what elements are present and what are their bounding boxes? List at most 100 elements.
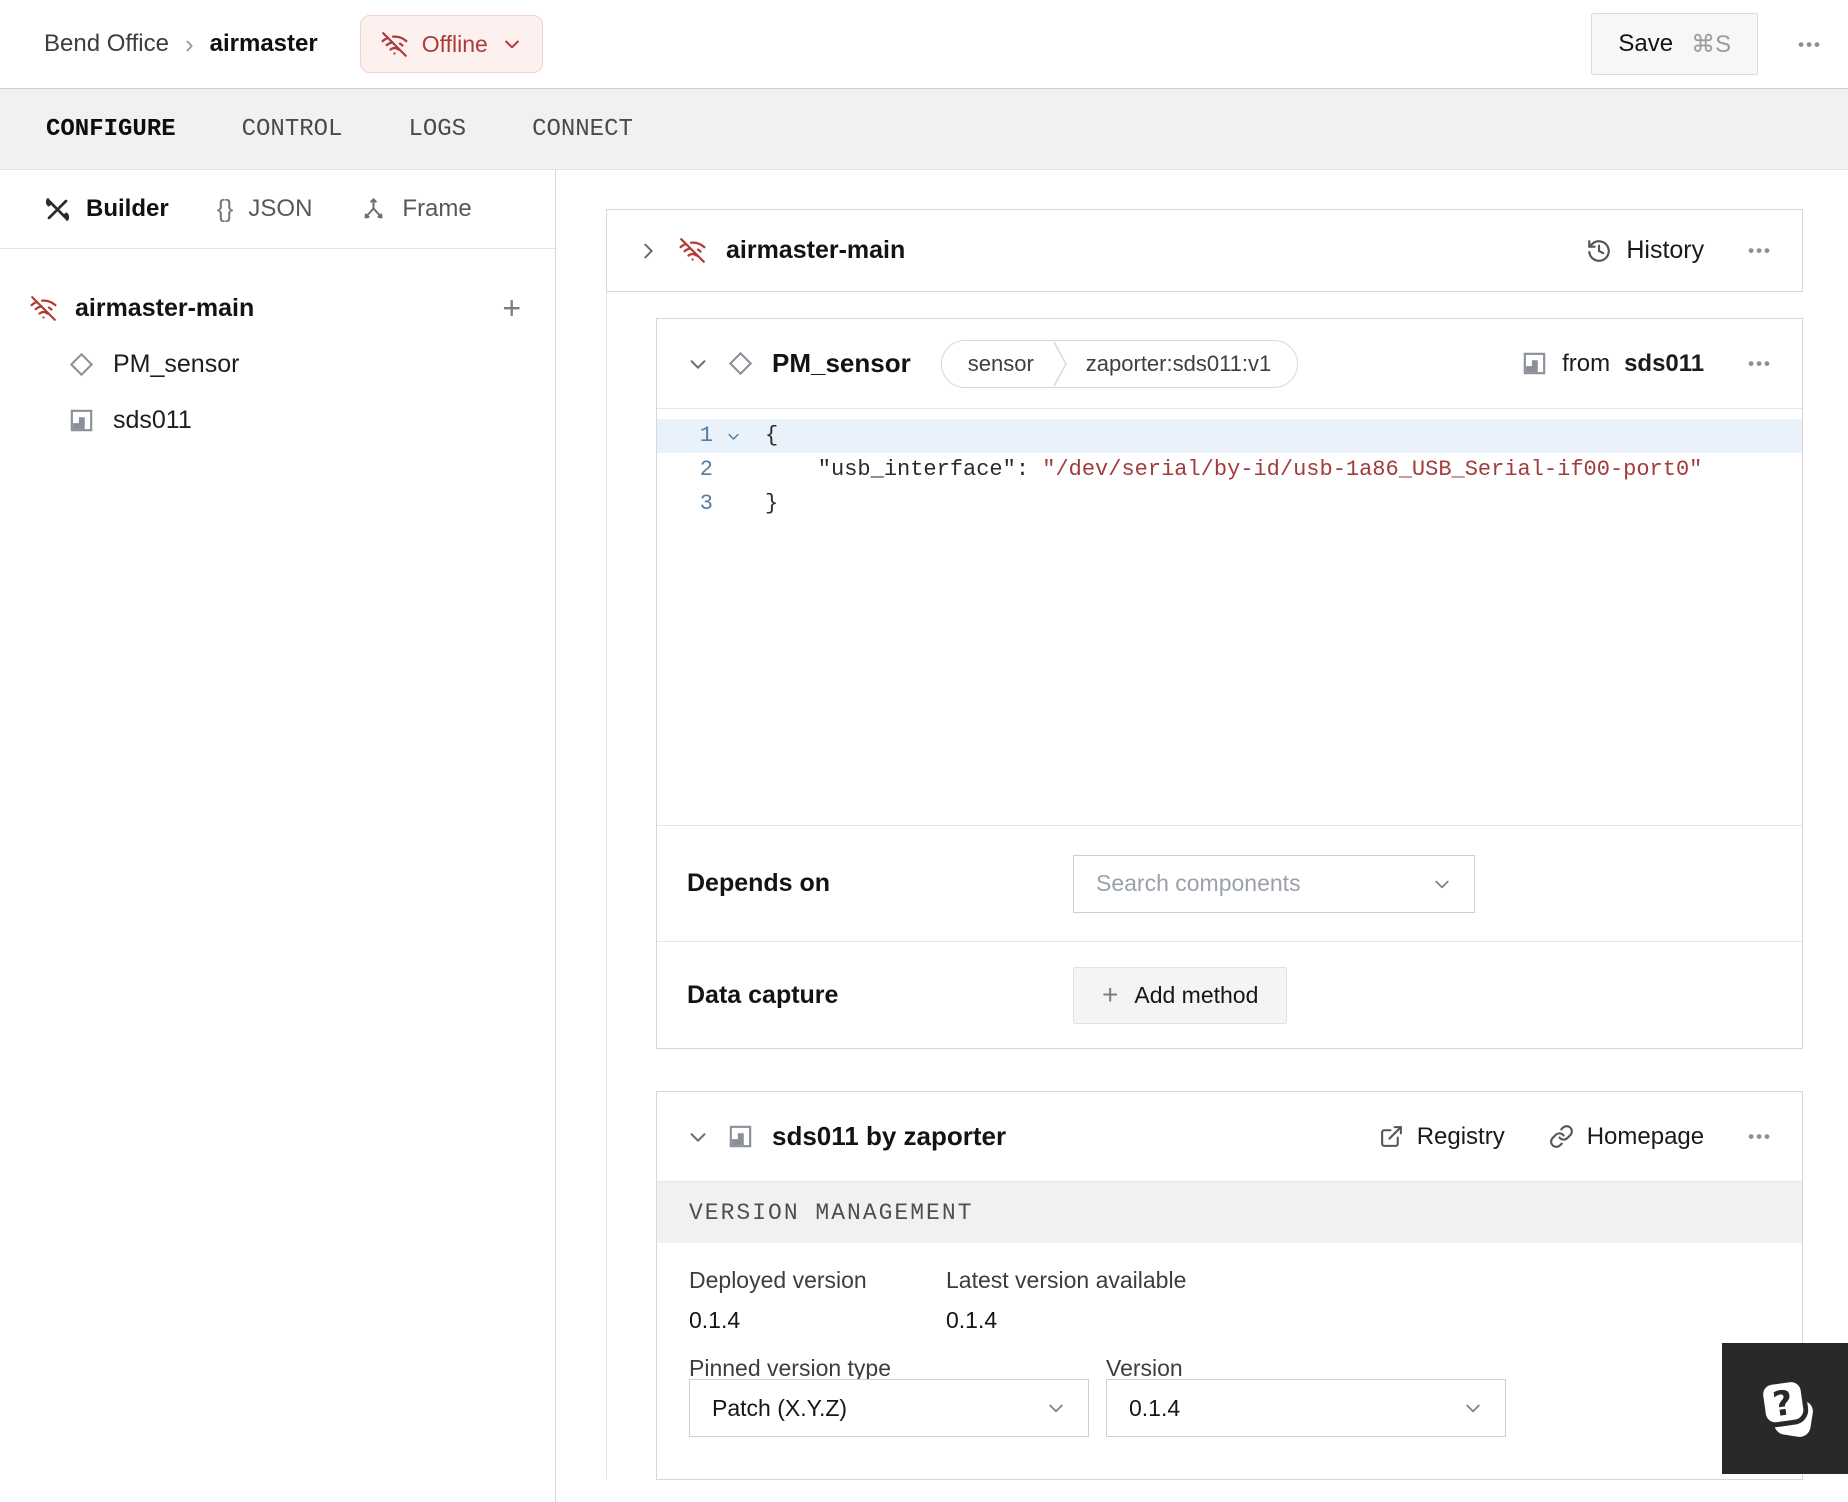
- header-actions: Save ⌘S •••: [1591, 13, 1822, 75]
- wifi-off-icon: [381, 31, 408, 57]
- chevron-down-icon: [1466, 1404, 1480, 1413]
- code-string-value: "/dev/serial/by-id/usb-1a86_USB_Serial-i…: [1029, 457, 1703, 482]
- chevron-right-icon[interactable]: [637, 240, 659, 262]
- add-method-button[interactable]: + Add method: [1073, 966, 1288, 1024]
- breadcrumb-separator-icon: ›: [184, 29, 194, 59]
- component-title: PM_sensor: [772, 348, 911, 378]
- machine-part-card: airmaster-main History •••: [606, 209, 1803, 292]
- code-text: }: [765, 491, 779, 516]
- chevron-down-icon[interactable]: [687, 353, 709, 375]
- pm-sensor-card-header: PM_sensor sensor zaporter:sds011:v1 from…: [657, 319, 1802, 409]
- add-method-label: Add method: [1134, 981, 1259, 1008]
- attributes-json-editor[interactable]: 1 { 2 "usb_interface": "/dev/serial/by-i…: [657, 409, 1802, 825]
- component-overflow-menu[interactable]: •••: [1748, 355, 1772, 372]
- nesting-guide-line: [606, 292, 607, 1479]
- code-line: 2 "usb_interface": "/dev/serial/by-id/us…: [657, 453, 1802, 487]
- homepage-link[interactable]: Homepage: [1549, 1123, 1704, 1151]
- config-sidebar: Builder {} JSON Frame airmaster-main + P…: [0, 170, 556, 1502]
- breadcrumb-location-link[interactable]: Bend Office: [44, 30, 169, 58]
- chevron-down-icon[interactable]: [687, 1126, 709, 1148]
- tab-control[interactable]: CONTROL: [242, 116, 343, 143]
- from-module-indicator: from sds011: [1521, 350, 1704, 378]
- tree-item-machine[interactable]: airmaster-main +: [30, 283, 555, 333]
- machine-overflow-menu[interactable]: •••: [1748, 242, 1772, 259]
- external-link-icon: [1380, 1126, 1402, 1147]
- help-button[interactable]: ?: [1722, 1343, 1848, 1474]
- line-number: 2: [699, 457, 713, 482]
- component-diamond-icon: [69, 352, 94, 376]
- braces-icon: {}: [216, 194, 234, 223]
- homepage-label: Homepage: [1586, 1122, 1705, 1150]
- view-builder[interactable]: Builder: [44, 195, 169, 223]
- chevron-down-icon: [1049, 1404, 1063, 1413]
- data-capture-label: Data capture: [687, 980, 839, 1009]
- pinned-version-type-select[interactable]: Patch (X.Y.Z): [689, 1379, 1089, 1437]
- component-tree: airmaster-main + PM_sensor sds011: [0, 249, 555, 445]
- version-label: Version: [1106, 1355, 1183, 1381]
- line-number: 3: [699, 491, 713, 516]
- breadcrumb: Bend Office › airmaster: [44, 30, 318, 58]
- history-button[interactable]: History: [1586, 236, 1704, 265]
- add-component-button[interactable]: +: [502, 292, 521, 324]
- app-header: Bend Office › airmaster Offline Save ⌘S …: [0, 0, 1848, 88]
- tree-item-pm-sensor[interactable]: PM_sensor: [68, 339, 555, 389]
- machine-status-badge[interactable]: Offline: [359, 15, 543, 73]
- pinned-version-type-value: Patch (X.Y.Z): [712, 1394, 848, 1421]
- module-icon: [70, 409, 93, 431]
- component-model: zaporter:sds011:v1: [1085, 350, 1272, 376]
- app-screen: Bend Office › airmaster Offline Save ⌘S …: [0, 0, 1848, 1502]
- tools-icon: [45, 197, 70, 221]
- save-button[interactable]: Save ⌘S: [1591, 13, 1759, 75]
- fold-gutter: [713, 453, 753, 487]
- fold-chevron-icon[interactable]: [713, 419, 753, 453]
- latest-version-label: Latest version available: [946, 1267, 1187, 1293]
- registry-link[interactable]: Registry: [1379, 1123, 1505, 1151]
- from-module-name: sds011: [1624, 349, 1705, 377]
- tab-configure[interactable]: CONFIGURE: [46, 116, 176, 143]
- latest-version-value: 0.1.4: [946, 1307, 998, 1333]
- tag-divider-icon: [1053, 341, 1067, 386]
- depends-on-select[interactable]: Search components: [1073, 854, 1475, 913]
- header-overflow-menu[interactable]: •••: [1798, 36, 1822, 53]
- chevron-down-icon: [504, 40, 519, 49]
- module-title: sds011 by zaporter: [772, 1121, 1007, 1151]
- version-value: 0.1.4: [1129, 1394, 1181, 1421]
- plus-icon: +: [1102, 979, 1119, 1010]
- sds011-module-card: sds011 by zaporter Registry Homepage •••…: [656, 1091, 1803, 1480]
- view-json-label: JSON: [248, 195, 313, 222]
- deployed-version-label: Deployed version: [689, 1267, 867, 1293]
- from-prefix: from: [1562, 349, 1611, 377]
- history-label: History: [1626, 236, 1705, 264]
- chevron-down-icon: [1435, 880, 1449, 888]
- version-select[interactable]: 0.1.4: [1106, 1379, 1506, 1437]
- save-label: Save: [1618, 30, 1674, 57]
- code-text: "usb_interface": "/dev/serial/by-id/usb-…: [753, 453, 1703, 487]
- module-icon: [1523, 352, 1546, 375]
- depends-on-placeholder: Search components: [1096, 870, 1301, 896]
- code-line: 1 {: [657, 419, 1802, 453]
- tree-machine-label: airmaster-main: [75, 293, 255, 322]
- line-number: 1: [699, 423, 713, 448]
- wifi-off-icon: [30, 295, 57, 321]
- save-shortcut: ⌘S: [1691, 30, 1732, 58]
- component-diamond-icon: [728, 351, 753, 376]
- deployed-version-value: 0.1.4: [689, 1307, 741, 1333]
- view-frame[interactable]: Frame: [360, 195, 472, 223]
- frame-axes-icon: [365, 197, 383, 218]
- fold-gutter: [713, 487, 753, 521]
- history-icon: [1588, 239, 1611, 262]
- tab-logs[interactable]: LOGS: [408, 116, 466, 143]
- tab-connect[interactable]: CONNECT: [532, 116, 633, 143]
- code-line: 3 }: [657, 487, 1802, 521]
- section-title: VERSION MANAGEMENT: [689, 1199, 974, 1226]
- registry-label: Registry: [1416, 1122, 1505, 1150]
- view-json[interactable]: {} JSON: [217, 195, 313, 224]
- pm-sensor-card: PM_sensor sensor zaporter:sds011:v1 from…: [656, 318, 1803, 1049]
- breadcrumb-machine-name: airmaster: [209, 30, 318, 57]
- code-text: {: [765, 423, 779, 448]
- tree-pm-sensor-label: PM_sensor: [113, 349, 240, 378]
- code-key: "usb_interface":: [765, 457, 1030, 482]
- help-question-icon: ?: [1758, 1376, 1813, 1437]
- module-overflow-menu[interactable]: •••: [1748, 1128, 1772, 1145]
- tree-item-sds011[interactable]: sds011: [68, 395, 555, 445]
